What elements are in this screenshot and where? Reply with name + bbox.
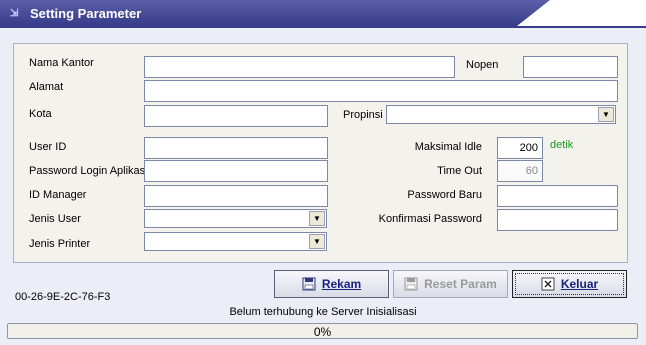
label-konfirmasi-password: Konfirmasi Password <box>378 213 482 225</box>
user-id-input[interactable] <box>144 137 328 159</box>
label-time-out: Time Out <box>437 165 482 177</box>
label-jenis-user: Jenis User <box>29 213 81 225</box>
alamat-input[interactable] <box>144 80 618 102</box>
propinsi-select[interactable]: ▼ <box>386 105 616 124</box>
label-kota: Kota <box>29 108 52 120</box>
label-id-manager: ID Manager <box>29 189 87 201</box>
keluar-button[interactable]: Keluar <box>512 270 627 298</box>
close-icon <box>541 277 555 291</box>
nama-kantor-input[interactable] <box>144 56 455 78</box>
reset-param-button[interactable]: Reset Param <box>393 270 508 298</box>
label-nama-kantor: Nama Kantor <box>29 57 94 69</box>
collapse-icon[interactable]: ⇲ <box>10 8 18 19</box>
label-alamat: Alamat <box>29 81 64 93</box>
jenis-printer-select[interactable]: ▼ <box>144 232 327 251</box>
password-login-input[interactable] <box>144 160 328 182</box>
label-nopen: Nopen <box>466 59 499 71</box>
keluar-label: Keluar <box>560 277 599 291</box>
rekam-button[interactable]: Rekam <box>274 270 389 298</box>
mac-address: 00-26-9E-2C-76-F3 <box>15 291 111 303</box>
idle-unit-label: detik <box>550 139 574 151</box>
dropdown-arrow-icon[interactable]: ▼ <box>309 234 325 249</box>
label-password-login: Password Login Aplikasi <box>29 165 148 177</box>
konfirmasi-password-input[interactable] <box>497 209 618 231</box>
reset-param-label: Reset Param <box>424 277 497 291</box>
save-icon <box>404 277 418 291</box>
label-user-id: User ID <box>29 141 67 153</box>
id-manager-input[interactable] <box>144 185 328 207</box>
kota-input[interactable] <box>144 105 328 127</box>
label-jenis-printer: Jenis Printer <box>29 238 91 250</box>
label-propinsi: Propinsi <box>343 109 383 121</box>
label-password-baru: Password Baru <box>407 189 482 201</box>
status-text: Belum terhubung ke Server Inisialisasi <box>229 306 417 318</box>
title-bar: ⇲ Setting Parameter <box>0 0 646 28</box>
nopen-input[interactable] <box>523 56 618 78</box>
save-icon <box>302 277 316 291</box>
rekam-label: Rekam <box>321 277 362 291</box>
progress-label: 0% <box>313 325 332 339</box>
time-out-input[interactable] <box>497 160 543 182</box>
jenis-user-select[interactable]: ▼ <box>144 209 327 228</box>
dropdown-arrow-icon[interactable]: ▼ <box>598 107 614 122</box>
dropdown-arrow-icon[interactable]: ▼ <box>309 211 325 226</box>
maksimal-idle-input[interactable] <box>497 137 543 159</box>
password-baru-input[interactable] <box>497 185 618 207</box>
progress-bar: 0% <box>7 323 638 339</box>
window-title: Setting Parameter <box>30 6 142 21</box>
label-maksimal-idle: Maksimal Idle <box>414 141 482 153</box>
